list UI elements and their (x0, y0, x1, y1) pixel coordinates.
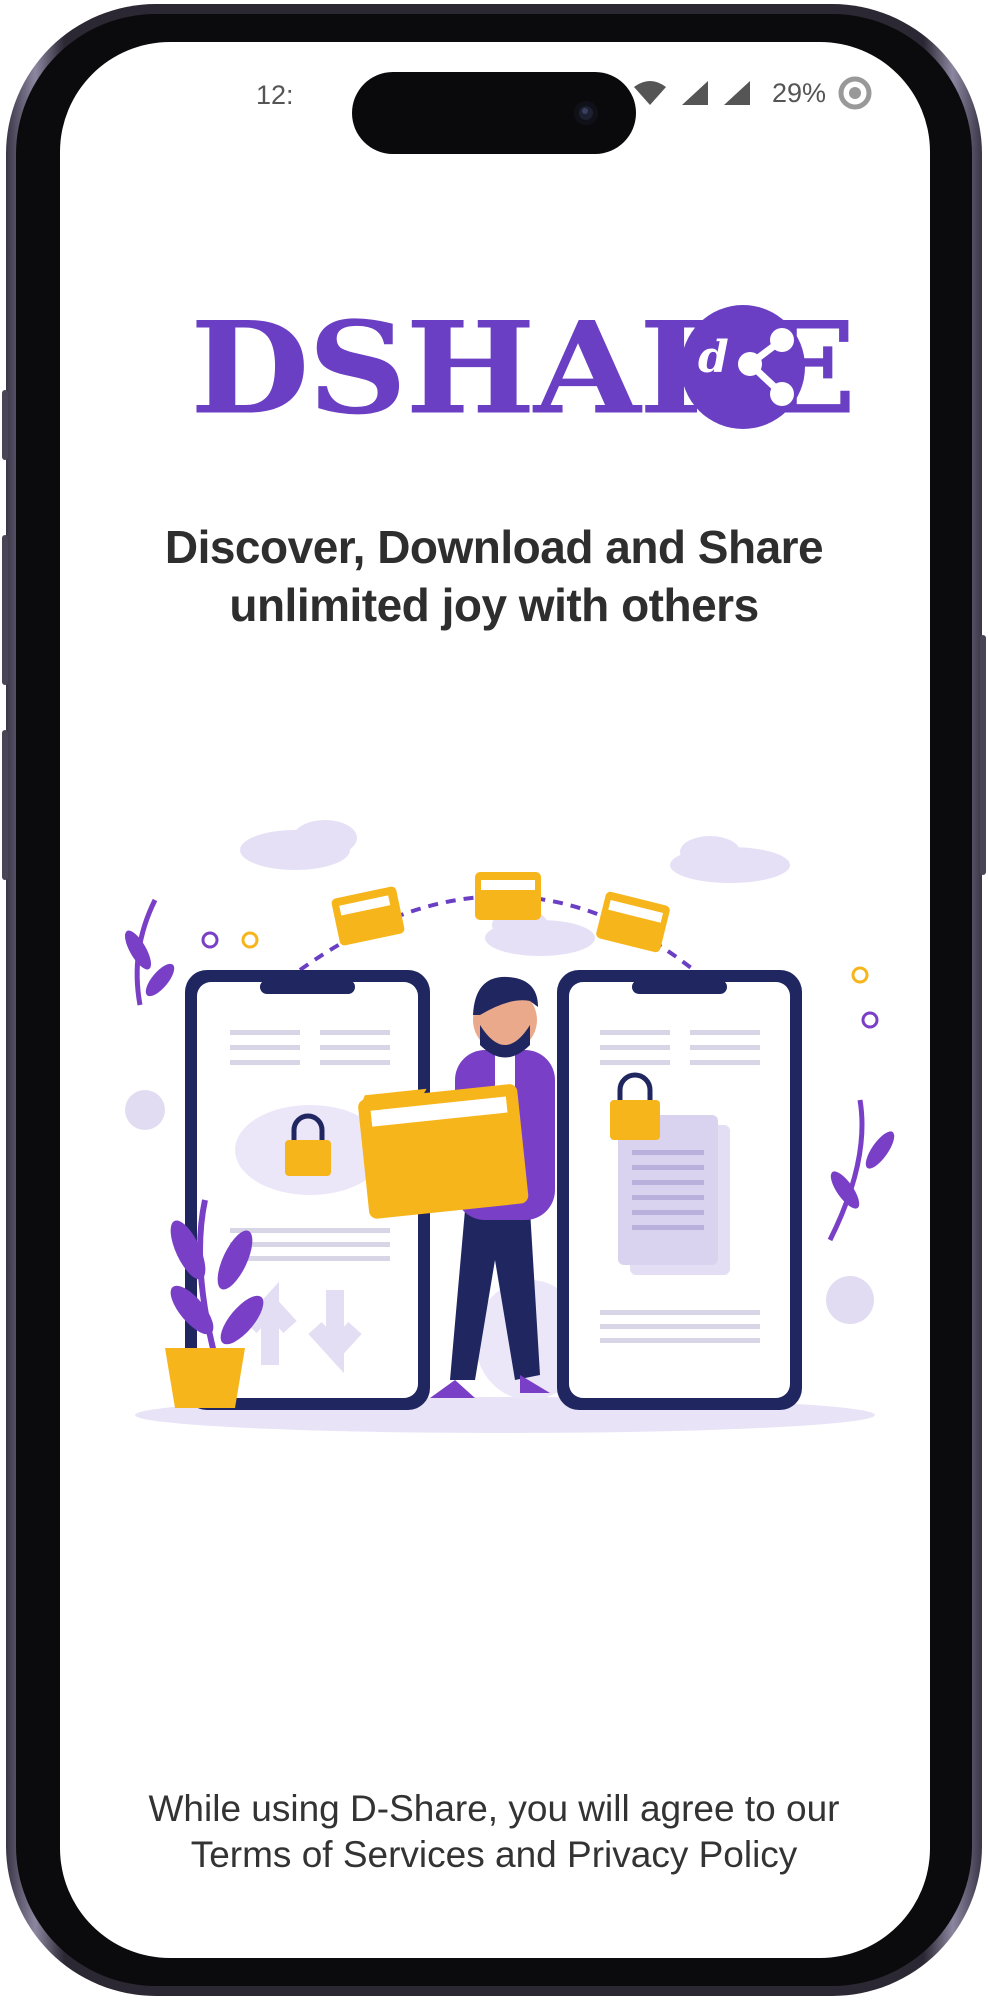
side-button (2, 390, 8, 460)
battery-icon (838, 76, 872, 110)
app-logo: DSHARE d (190, 298, 857, 448)
share-icon: d (681, 305, 805, 429)
signal-icon (681, 81, 708, 105)
legal-notice-line-1: While using D-Share, you will agree to o… (148, 1788, 840, 1829)
terms-of-services-link[interactable]: Terms of Services (191, 1834, 485, 1875)
privacy-policy-link[interactable]: Privacy Policy (567, 1834, 797, 1875)
folder-icon (596, 891, 670, 953)
legal-notice: While using D-Share, you will agree to o… (0, 1786, 988, 1878)
folder-icon (475, 872, 541, 920)
folder-icon (331, 886, 405, 946)
right-phone (557, 970, 802, 1410)
power-button (980, 635, 986, 875)
status-time: 12: (256, 80, 294, 110)
logo-badge-letter: d (698, 332, 729, 383)
volume-down-button (2, 730, 8, 880)
gear-icon (125, 1090, 165, 1130)
legal-notice-line-2: Terms of Services and Privacy Policy (0, 1832, 988, 1878)
lock-icon (610, 1100, 660, 1140)
battery-percent: 29% (771, 77, 826, 108)
signal-icon (723, 81, 750, 105)
tagline: Discover, Download and Share unlimited j… (0, 518, 988, 634)
gear-icon (826, 1276, 874, 1324)
file-sharing-illustration (125, 820, 895, 1433)
tagline-line-1: Discover, Download and Share (164, 521, 824, 573)
dynamic-island (352, 72, 636, 154)
conjunction: and (484, 1834, 568, 1875)
lock-icon (285, 1140, 331, 1176)
tagline-line-2: unlimited joy with others (229, 579, 759, 631)
wifi-icon (633, 81, 666, 105)
status-icons: 29% (632, 76, 872, 110)
camera-icon (574, 101, 598, 125)
